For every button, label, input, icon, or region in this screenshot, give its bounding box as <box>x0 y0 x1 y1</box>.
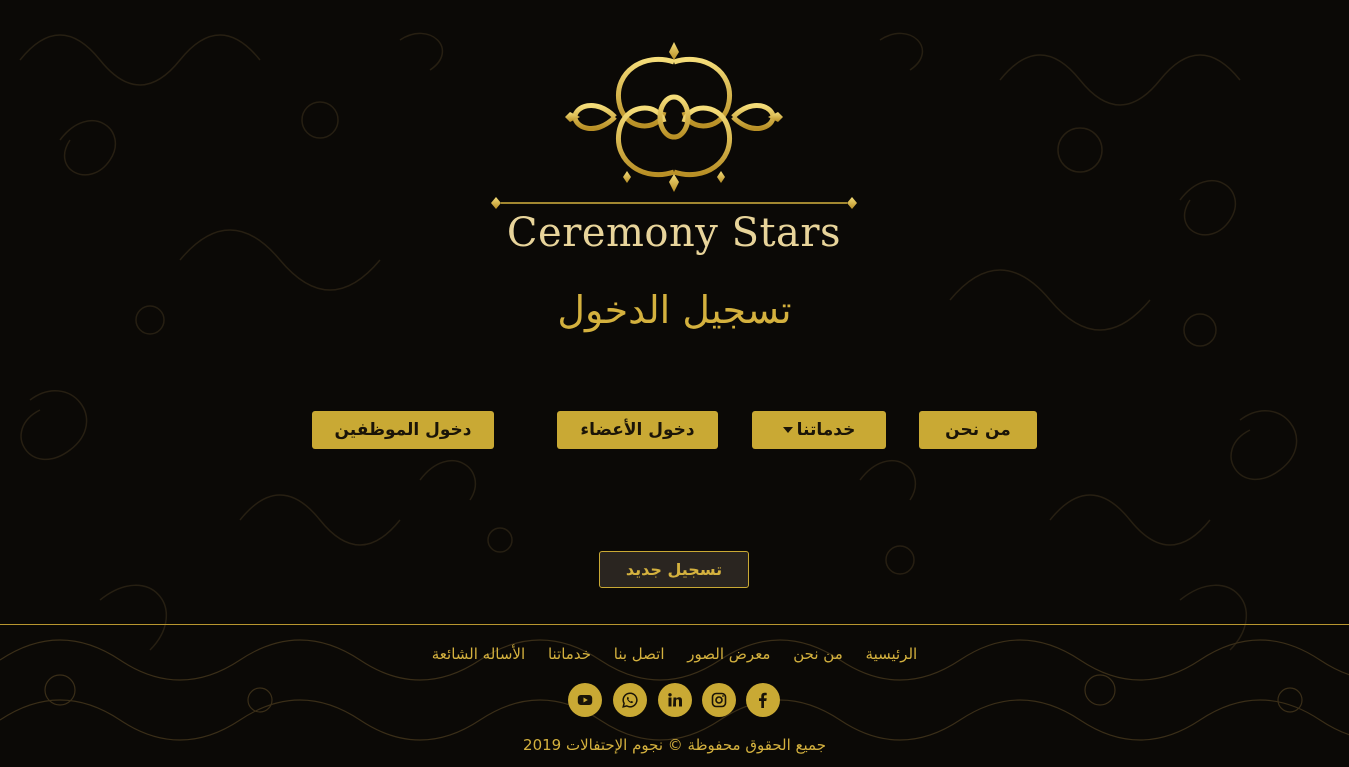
footer-link-about[interactable]: من نحن <box>793 645 843 663</box>
staff-login-button[interactable]: دخول الموظفين <box>312 411 494 449</box>
caret-down-icon <box>782 427 793 433</box>
footer-link-home[interactable]: الرئيسية <box>866 645 918 663</box>
footer-link-faq[interactable]: الأساله الشائعة <box>432 645 525 663</box>
logo-text: Ceremony Stars <box>506 210 842 256</box>
linkedin-icon[interactable] <box>658 683 692 717</box>
services-label: خدماتنا <box>796 420 856 440</box>
facebook-icon[interactable] <box>746 683 780 717</box>
footer-link-gallery[interactable]: معرض الصور <box>687 645 770 663</box>
whatsapp-icon[interactable] <box>613 683 647 717</box>
instagram-icon[interactable] <box>702 683 736 717</box>
members-login-button[interactable]: دخول الأعضاء <box>557 411 718 449</box>
footer-link-services[interactable]: خدماتنا <box>548 645 591 663</box>
copyright-text: جميع الحقوق محفوظة © نجوم الإحتفالات 201… <box>523 736 826 754</box>
youtube-icon[interactable] <box>568 683 602 717</box>
logo[interactable]: Ceremony Stars <box>485 42 863 264</box>
footer-link-contact[interactable]: اتصل بنا <box>614 645 665 663</box>
about-button[interactable]: من نحن <box>919 411 1037 449</box>
footer-divider <box>0 624 1349 625</box>
page-title: تسجيل الدخول <box>557 288 792 332</box>
services-dropdown-button[interactable]: خدماتنا <box>752 411 886 449</box>
register-button[interactable]: تسجيل جديد <box>599 551 749 588</box>
footer-nav: الرئيسية من نحن معرض الصور اتصل بنا خدما… <box>0 645 1349 663</box>
